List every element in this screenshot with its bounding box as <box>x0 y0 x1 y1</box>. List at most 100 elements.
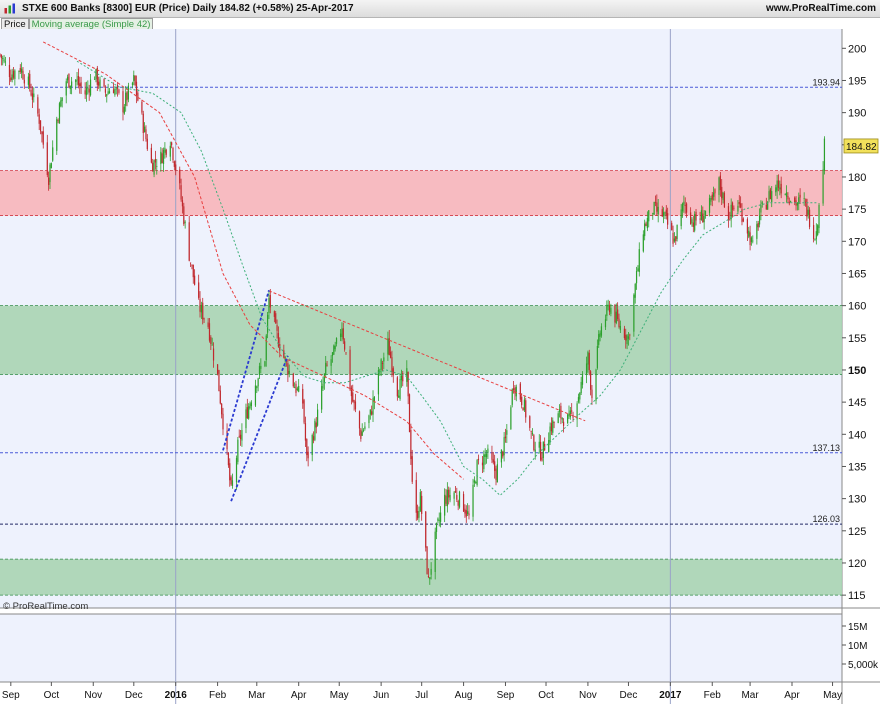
candle-body <box>381 363 384 364</box>
candle-body <box>817 225 819 235</box>
candle-body <box>645 223 647 227</box>
x-tick-label-Sep: Sep <box>2 690 20 701</box>
candle-body <box>671 222 673 231</box>
x-tick-label-Apr: Apr <box>784 690 800 701</box>
candle-body <box>216 364 219 374</box>
candle-body <box>494 461 496 471</box>
candle-body <box>780 183 782 194</box>
candle-body <box>654 202 657 204</box>
candle-body <box>189 262 192 264</box>
candle-body <box>514 387 516 394</box>
candle-body <box>406 368 408 382</box>
candle-body <box>703 215 705 223</box>
candle-body <box>699 218 701 220</box>
y-tick-label-180: 180 <box>848 172 866 184</box>
candle-body <box>538 441 540 448</box>
candle-body <box>430 568 432 575</box>
candle-body <box>207 322 209 327</box>
candle-body <box>419 492 421 512</box>
candle-body <box>648 210 650 222</box>
candle-body <box>708 198 711 213</box>
candle-body <box>411 456 413 482</box>
candle-body <box>172 147 174 161</box>
candle-body <box>623 328 626 338</box>
candle-body <box>727 206 730 220</box>
y-tick-label-120: 120 <box>848 558 866 570</box>
candle-body <box>579 392 581 400</box>
candle-body <box>445 495 447 504</box>
candle-body <box>258 366 261 375</box>
candle-body <box>322 383 324 389</box>
candle-body <box>634 283 636 298</box>
candle-body <box>277 333 280 347</box>
candle-body <box>164 147 166 153</box>
candle-body <box>557 413 559 424</box>
candle-body <box>506 430 508 435</box>
candle-body <box>269 295 271 308</box>
candle-body <box>804 201 807 203</box>
candle-body <box>264 361 266 367</box>
x-tick-label-Dec: Dec <box>620 690 638 701</box>
candle-body <box>661 209 663 217</box>
candle-body <box>352 392 354 402</box>
candle-body <box>331 352 334 356</box>
candle-body <box>268 297 270 313</box>
candle-body <box>323 373 325 384</box>
price-chart[interactable]: 193.94 137.13 126.03 115 120 125 130 135 140 145… <box>0 0 880 704</box>
candle-body <box>618 318 620 327</box>
y-tick-label-150: 150 <box>848 365 866 377</box>
candle-body <box>617 309 619 319</box>
candle-body <box>103 79 105 87</box>
candle-body <box>314 420 316 440</box>
candle-body <box>502 451 504 457</box>
candle-body <box>558 409 561 412</box>
candle-body <box>358 411 361 429</box>
candle-body <box>633 294 635 332</box>
candle-body <box>296 388 298 391</box>
candle-body <box>257 378 259 387</box>
candle-body <box>530 431 532 432</box>
x-tick-label-Mar: Mar <box>741 690 759 701</box>
candle-body <box>721 186 723 199</box>
candle-body <box>156 165 158 167</box>
candle-body <box>672 232 674 244</box>
candle-body <box>131 82 134 86</box>
candle-body <box>173 161 175 167</box>
candle-body <box>453 492 455 499</box>
candle-body <box>142 113 144 134</box>
candle-body <box>476 460 478 485</box>
candle-body <box>560 405 562 419</box>
candle-body <box>760 205 762 213</box>
candle-body <box>676 224 678 239</box>
candle-body <box>312 436 315 441</box>
volume-panel <box>0 614 842 682</box>
volume-tick-label-0: 15M <box>848 622 867 633</box>
zone-green-1 <box>0 305 842 375</box>
candle-body <box>50 163 52 169</box>
candle-body <box>771 191 773 202</box>
candle-body <box>515 386 517 397</box>
candle-body <box>426 546 428 575</box>
candle-body <box>457 500 459 506</box>
y-tick-label-165: 165 <box>848 268 866 280</box>
candle-body <box>146 138 148 150</box>
candle-body <box>585 363 588 375</box>
y-tick-label-115: 115 <box>848 590 866 602</box>
candle-body <box>191 264 193 266</box>
x-tick-label-Oct: Oct <box>44 690 60 701</box>
candle-body <box>439 512 442 522</box>
candle-body <box>446 489 448 507</box>
candle-body <box>606 304 608 316</box>
candle-body <box>468 513 470 516</box>
candle-body <box>400 375 403 381</box>
candle-body <box>75 79 77 83</box>
volume-tick-label-1: 10M <box>848 641 867 652</box>
candle-body <box>306 439 308 456</box>
candle-body <box>408 394 411 433</box>
y-tick-label-130: 130 <box>848 494 866 506</box>
candle-body <box>362 430 365 431</box>
candle-body <box>298 385 300 392</box>
candle-body <box>485 453 488 458</box>
candle-body <box>784 194 786 196</box>
candle-body <box>541 457 543 461</box>
